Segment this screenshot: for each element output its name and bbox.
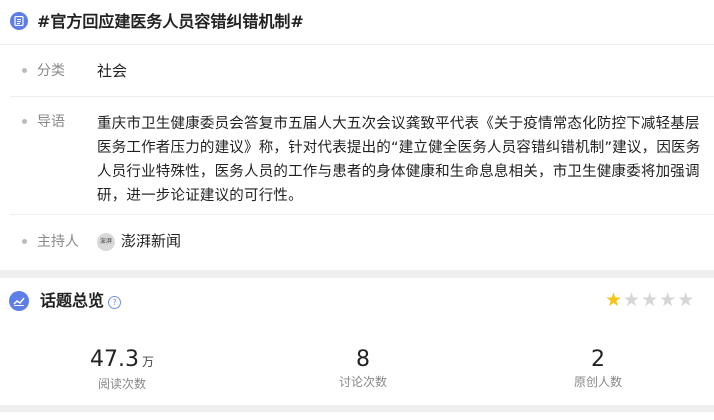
host-name[interactable]: 澎湃新闻: [121, 231, 181, 251]
bullet-icon: [22, 68, 27, 73]
divider: [10, 214, 714, 215]
lead-text: 重庆市卫生健康委员会答复市五届人大五次会议龚致平代表《关于疫情常态化防控下减轻基…: [97, 116, 701, 204]
stat-label: 阅读次数: [97, 377, 146, 391]
overview-title: 话题总览: [40, 291, 105, 310]
stat-label: 讨论次数: [338, 375, 387, 389]
bullet-icon: [22, 119, 27, 124]
topic-info-card: #官方回应建医务人员容错纠错机制# 分类 社会 导语 重庆市卫生健康委员会答复市…: [0, 0, 714, 270]
question-icon[interactable]: ?: [108, 296, 121, 309]
stat-value: 47.3: [90, 347, 139, 372]
category-label: 分类: [37, 63, 65, 79]
topic-header: #官方回应建医务人员容错纠错机制#: [0, 0, 714, 45]
stat-original-authors: 2 原创人数: [538, 346, 658, 390]
lead-label: 导语: [37, 114, 65, 130]
star-icon: ★: [605, 289, 623, 311]
star-icon: ★: [659, 289, 677, 311]
section-gap: [0, 270, 714, 278]
category-value[interactable]: 社会: [97, 61, 127, 81]
trend-chart-icon: [9, 291, 29, 311]
section-gap: [0, 405, 714, 412]
rating-stars: ★★★★★: [605, 289, 695, 311]
host-label: 主持人: [37, 234, 79, 250]
stat-label: 原创人数: [573, 375, 622, 389]
stat-value: 2: [591, 347, 605, 372]
stat-unit: 万: [141, 355, 154, 369]
stat-read-count: 47.3 万 阅读次数: [62, 346, 182, 392]
host-avatar[interactable]: 澎湃: [97, 233, 115, 251]
bullet-icon: [22, 239, 27, 244]
star-icon: ★: [677, 289, 695, 311]
topic-title[interactable]: #官方回应建医务人员容错纠错机制#: [37, 10, 304, 34]
stat-value: 8: [356, 347, 370, 372]
star-icon: ★: [623, 289, 641, 311]
star-icon: ★: [641, 289, 659, 311]
document-icon: [10, 12, 28, 30]
topic-overview-card: 话题总览 ? ★★★★★ 47.3 万 阅读次数 8 讨论次数 2 原创人数: [0, 278, 714, 405]
stat-discussion-count: 8 讨论次数: [303, 346, 423, 390]
divider: [10, 96, 714, 97]
